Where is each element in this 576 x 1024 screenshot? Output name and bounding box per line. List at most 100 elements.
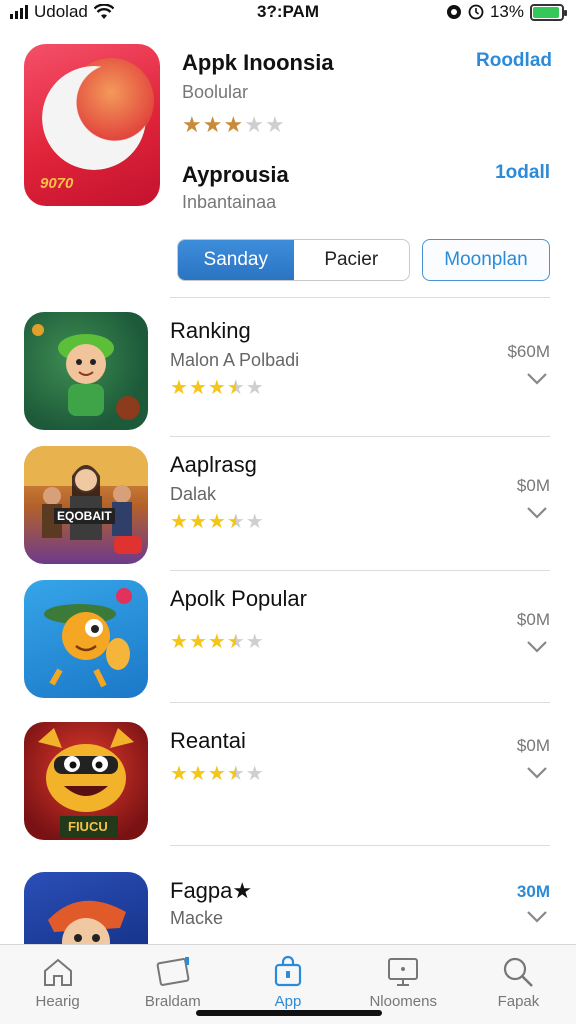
star-icon: ★ [170,631,188,653]
cartoon-character-icon[interactable] [24,580,148,698]
monster-face-icon[interactable]: FIUCU [24,722,148,840]
app-price: 30M [516,882,550,901]
tab-fapak[interactable]: Fapak [461,945,576,1024]
status-bar: Udolad 3?:PAM 13% [0,0,576,26]
moonplan-button[interactable]: Moonplan [422,239,550,281]
segment-sanday[interactable]: Sanday [178,240,294,280]
list-item[interactable]: Ranking Malon A Polbadi ★ ★ ★ ★ ★ $60M [24,312,552,434]
poster-title: EQOBAIT [54,508,115,524]
status-right: 13% [446,2,567,22]
star-icon: ★ [245,763,264,785]
star-icon: ★ [264,112,285,137]
star-icon: ★ [207,763,226,785]
search-icon [504,957,534,987]
location-icon [446,5,461,19]
featured-app-icon[interactable]: 9070 [24,44,160,206]
star-icon: ★ [170,511,188,533]
app-title[interactable]: Ranking [170,318,251,344]
star-icon: ★ [245,631,264,653]
star-icon: ★ [226,631,245,653]
monitor-icon [388,958,419,986]
star-icon: ★ [207,631,226,653]
app-price: $60M [507,342,550,361]
star-icon: ★ [188,763,207,785]
app-price: $0M [516,610,550,629]
cartoon-character-art [44,588,132,688]
star-icon: ★ [170,763,188,785]
tab-label: App [274,993,302,1010]
crescent-moon-icon [42,66,146,170]
app-title[interactable]: Aaplrasg [170,452,257,478]
featured-rating: ★ ★ ★ ★ ★ [182,114,285,136]
list-item[interactable]: FIUCU Reantai ★ ★ ★ ★ ★ $0M [24,722,552,844]
star-icon: ★ [226,763,245,785]
segmented-control: Sanday Pacier [177,239,410,281]
chevron-down-icon[interactable] [526,910,548,924]
tab-label: Fapak [497,993,540,1010]
alarm-icon [468,4,484,20]
app-rating: ★ ★ ★ ★ ★ [170,512,264,532]
home-indicator[interactable] [196,1010,382,1016]
star-icon: ★ [223,112,244,137]
tab-label: Nloomens [369,993,437,1010]
featured-subtitle-secondary: Inbantainaa [182,192,277,212]
app-rating: ★ ★ ★ ★ ★ [170,632,264,652]
app-subtitle: Macke [170,908,224,928]
star-icon: ★ [207,377,226,399]
featured-icon-mark: 9070 [40,175,74,192]
app-title[interactable]: Fagpa★ [170,878,252,904]
chevron-down-icon[interactable] [526,766,548,780]
divider [170,297,550,298]
star-icon: ★ [226,377,245,399]
chevron-down-icon[interactable] [526,372,548,386]
battery-percent: 13% [489,2,524,21]
featured-get-button-secondary[interactable]: 1odall [495,162,550,184]
battery-fill [533,6,560,18]
featured-title-secondary[interactable]: Ayprousia [182,162,289,188]
star-icon: ★ [170,377,188,399]
app-subtitle: Malon A Polbadi [170,350,300,370]
group-poster-icon[interactable]: EQOBAIT [24,446,148,564]
star-icon: ★ [188,511,207,533]
star-icon: ★ [245,377,264,399]
star-icon: ★ [202,112,223,137]
divider [170,570,550,571]
segment-pacier[interactable]: Pacier [294,240,410,280]
home-icon [43,958,72,986]
tab-label: Braldam [144,993,201,1010]
app-title[interactable]: Reantai [170,728,246,754]
featured-title[interactable]: Appk Inoonsia [182,50,334,76]
chevron-down-icon[interactable] [526,640,548,654]
star-icon: ★ [244,112,264,137]
list-item[interactable]: EQOBAIT Aaplrasg Dalak ★ ★ ★ ★ ★ $0M [24,446,552,568]
list-item[interactable]: Apolk Popular ★ ★ ★ ★ ★ $0M [24,580,552,702]
featured-get-button[interactable]: Roodlad [476,50,552,72]
divider [170,702,550,703]
monster-title: FIUCU [68,819,108,834]
featured-app: 9070 Appk Inoonsia Boolular ★ ★ ★ ★ ★ Roodla… [24,44,552,294]
star-icon: ★ [226,511,245,533]
battery-icon [530,3,567,21]
star-icon: ★ [182,112,202,137]
divider [170,436,550,437]
star-icon: ★ [207,511,226,533]
tab-hearig[interactable]: Hearig [0,945,115,1024]
tab-label: Hearig [35,993,80,1010]
app-price: $0M [516,736,550,755]
group-poster-art [24,446,148,554]
app-title[interactable]: Apolk Popular [170,586,307,612]
chevron-down-icon[interactable] [526,506,548,520]
cartoon-boy-icon[interactable] [24,312,148,430]
app-subtitle: Dalak [170,484,217,504]
cartoon-boy-art [32,324,140,420]
bag-icon [274,955,302,987]
star-icon: ★ [188,631,207,653]
star-icon: ★ [188,377,207,399]
app-price: $0M [516,476,550,495]
app-rating: ★ ★ ★ ★ ★ [170,764,264,784]
star-icon: ★ [245,511,264,533]
tablet-icon [156,957,190,986]
divider [170,845,550,846]
app-rating: ★ ★ ★ ★ ★ [170,378,264,398]
featured-subtitle: Boolular [182,82,249,102]
